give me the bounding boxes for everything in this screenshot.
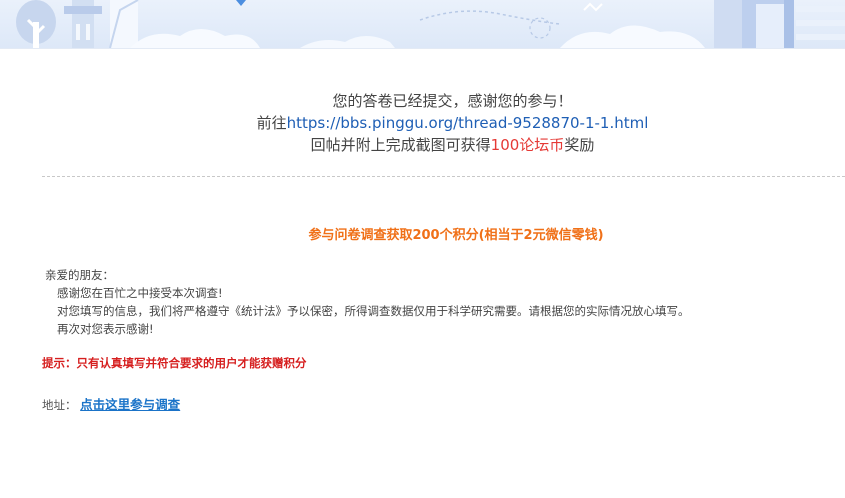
submission-thanks: 您的答卷已经提交，感谢您的参与！ 前往https://bbs.pinggu.or…	[0, 90, 845, 156]
reward-line: 回帖并附上完成截图可获得100论坛币奖励	[0, 134, 845, 156]
forum-thread-link[interactable]: https://bbs.pinggu.org/thread-9528870-1-…	[287, 114, 649, 132]
dashed-divider	[42, 176, 845, 177]
survey-headline: 参与问卷调查获取200个积分(相当于2元微信零钱)	[308, 228, 604, 243]
header-banner	[0, 0, 845, 49]
invitation-letter: 亲爱的朋友： 感谢您在百忙之中接受本次调查! 对您填写的信息，我们将严格遵守《统…	[45, 266, 690, 338]
address-label: 地址：	[42, 398, 77, 412]
reward-suffix: 奖励	[564, 136, 595, 154]
letter-paragraph: 对您填写的信息，我们将严格遵守《统计法》予以保密，所得调查数据仅用于科学研究需要…	[57, 304, 690, 318]
reward-prefix: 回帖并附上完成截图可获得	[310, 136, 491, 154]
forum-link-line: 前往https://bbs.pinggu.org/thread-9528870-…	[0, 112, 845, 134]
letter-paragraph: 感谢您在百忙之中接受本次调查!	[57, 286, 223, 300]
thanks-message: 您的答卷已经提交，感谢您的参与！	[332, 92, 573, 110]
survey-link[interactable]: 点击这里参与调查	[80, 397, 180, 412]
reward-amount: 100论坛币	[490, 136, 565, 154]
eligibility-tip: 提示：只有认真填写并符合要求的用户才能获赠积分	[42, 356, 307, 370]
survey-address: 地址： 点击这里参与调查	[42, 394, 180, 413]
letter-greeting: 亲爱的朋友：	[45, 268, 114, 282]
forum-link-prefix: 前往	[256, 114, 287, 132]
banner-illustration	[16, 0, 845, 48]
letter-paragraph: 再次对您表示感谢!	[57, 322, 154, 336]
